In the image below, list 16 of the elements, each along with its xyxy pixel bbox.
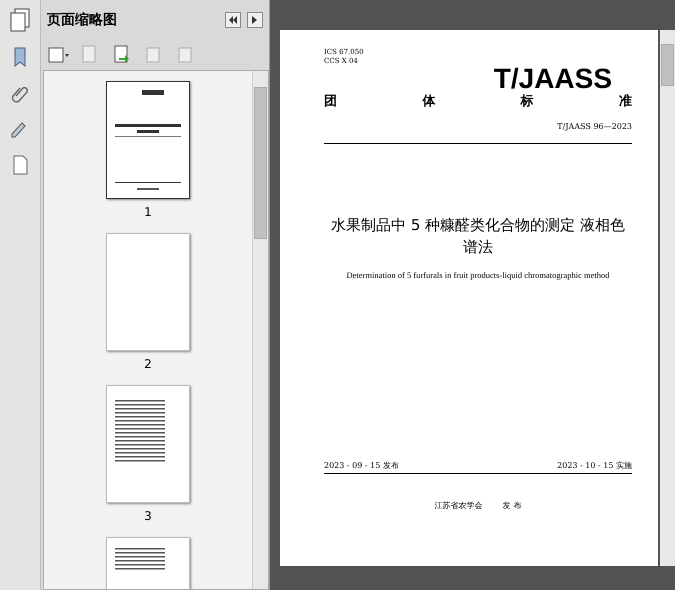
standard-number: T/JAASS 96—2023 bbox=[557, 122, 632, 131]
english-title: Determination of 5 furfurals in fruit products-liquid chromatographic method bbox=[346, 270, 610, 280]
publisher: 江苏省农学会 bbox=[434, 500, 483, 511]
standard-type-label: 体 bbox=[422, 93, 436, 110]
panel-title: 页面缩略图 bbox=[47, 11, 118, 29]
issue-date: 2023 - 09 - 15 发布 bbox=[324, 460, 399, 471]
standard-type-label: 准 bbox=[618, 93, 632, 110]
standard-logo: T/JAASS bbox=[494, 66, 612, 92]
effective-date: 2023 - 10 - 15 实施 bbox=[557, 460, 632, 471]
page-number: 2 bbox=[144, 357, 152, 371]
page-number: 3 bbox=[144, 509, 152, 523]
standard-type-label: 标 bbox=[520, 93, 534, 110]
page-number: 1 bbox=[144, 205, 152, 219]
standard-type-label: 团 bbox=[324, 93, 337, 110]
publish-label: 发 布 bbox=[502, 500, 522, 511]
document-title: 水果制品中 5 种糠醛类化合物的测定 液相色谱法 bbox=[330, 215, 626, 258]
